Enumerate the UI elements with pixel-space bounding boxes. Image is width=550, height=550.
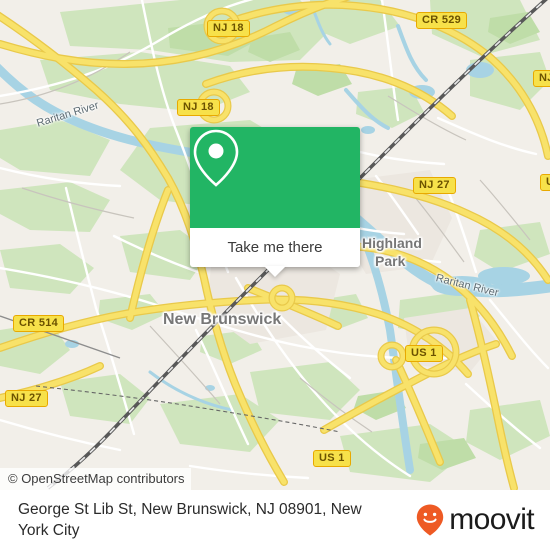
route-shield-cr514[interactable]: CR 514 — [13, 315, 65, 332]
map-attribution: © OpenStreetMap contributors — [0, 467, 550, 490]
map-screenshot: NJ 18 CR 529 NJ NJ 18 NJ 27 U CR 514 US … — [0, 0, 550, 550]
moovit-wordmark: moovit — [449, 503, 534, 536]
popup-header — [190, 127, 360, 228]
route-shield-us1-east[interactable]: US 1 — [405, 345, 443, 362]
map-canvas[interactable]: NJ 18 CR 529 NJ NJ 18 NJ 27 U CR 514 US … — [0, 0, 550, 490]
route-shield-us1-edge[interactable]: U — [540, 174, 550, 191]
location-popup-card[interactable]: Take me there — [190, 127, 360, 277]
route-shield-us1-south[interactable]: US 1 — [313, 450, 351, 467]
take-me-there-label: Take me there — [227, 239, 323, 256]
map-pin-icon — [193, 129, 239, 187]
place-label-park: Park — [375, 253, 406, 269]
route-shield-nj18-north[interactable]: NJ 18 — [207, 20, 250, 37]
place-label-new-brunswick: New Brunswick — [163, 311, 282, 328]
place-label-highland: Highland — [362, 235, 422, 251]
moovit-brand[interactable]: moovit — [415, 503, 535, 537]
popup-action-bar[interactable]: Take me there — [190, 228, 360, 277]
route-shield-nj18-west[interactable]: NJ 18 — [177, 99, 220, 116]
route-shield-cr529[interactable]: CR 529 — [416, 12, 468, 29]
route-shield-nj27-east[interactable]: NJ 27 — [413, 177, 456, 194]
address-title: George St Lib St, New Brunswick, NJ 0890… — [18, 501, 362, 539]
popup-pointer-tail — [264, 266, 286, 277]
route-shield-nj-edge[interactable]: NJ — [533, 70, 550, 87]
route-shield-nj27-west[interactable]: NJ 27 — [5, 390, 48, 407]
footer-bar: George St Lib St, New Brunswick, NJ 0890… — [0, 490, 550, 550]
osm-attribution-text[interactable]: © OpenStreetMap contributors — [0, 467, 191, 490]
moovit-smiley-pin-icon — [417, 504, 444, 536]
